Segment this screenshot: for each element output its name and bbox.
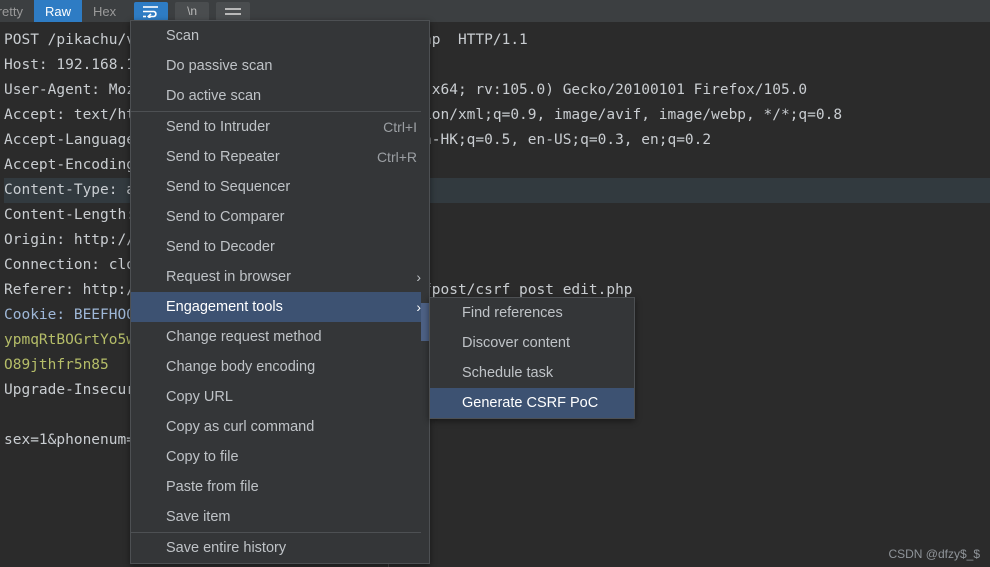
- menu-item-label: Do passive scan: [166, 58, 273, 74]
- submenu-item-discover-content[interactable]: Discover content: [430, 328, 634, 358]
- context-menu[interactable]: Scan Do passive scan Do active scan Send to…: [130, 20, 430, 564]
- menu-item-scan[interactable]: Scan: [131, 21, 429, 51]
- menu-item-request-in-browser[interactable]: Request in browser ›: [131, 262, 429, 292]
- menu-item-copy-as-curl-command[interactable]: Copy as curl command: [131, 412, 429, 442]
- newline-icon-glyph: \n: [187, 4, 198, 18]
- context-menu-scroll-thumb[interactable]: [421, 303, 429, 341]
- menu-item-label: Send to Intruder: [166, 119, 270, 135]
- menu-item-send-to-sequencer[interactable]: Send to Sequencer: [131, 172, 429, 202]
- menu-item-label: Copy as curl command: [166, 419, 315, 435]
- newline-icon[interactable]: \n: [175, 1, 210, 21]
- submenu-item-generate-csrf-poc[interactable]: Generate CSRF PoC: [430, 388, 634, 418]
- submenu-item-schedule-task[interactable]: Schedule task: [430, 358, 634, 388]
- menu-item-save-entire-history[interactable]: Save entire history: [131, 533, 429, 563]
- menu-item-label: Save entire history: [166, 540, 287, 556]
- submenu-items: Find references Discover content Schedule …: [430, 298, 634, 418]
- menu-item-change-request-method[interactable]: Change request method: [131, 322, 429, 352]
- context-menu-scrollbar[interactable]: [421, 21, 429, 563]
- menu-item-copy-to-file[interactable]: Copy to file: [131, 442, 429, 472]
- submenu-item-find-references[interactable]: Find references: [430, 298, 634, 328]
- toolbar-buttons: \n: [127, 1, 251, 21]
- menu-item-label: Scan: [166, 28, 200, 44]
- menu-item-copy-url[interactable]: Copy URL: [131, 382, 429, 412]
- editor-toolbar: PrettyRawHex \n: [0, 0, 990, 22]
- menu-item-label: Paste from file: [166, 479, 259, 495]
- menu-item-label: Save item: [166, 509, 231, 525]
- menu-item-shortcut: Ctrl+I: [383, 119, 417, 135]
- menu-hamburger-icon[interactable]: [216, 1, 251, 21]
- context-menu-items: Scan Do passive scan Do active scan Send to…: [131, 21, 429, 563]
- menu-item-send-to-intruder[interactable]: Send to Intruder Ctrl+I: [131, 112, 429, 142]
- tab-pretty[interactable]: Pretty: [0, 0, 34, 22]
- menu-item-send-to-decoder[interactable]: Send to Decoder: [131, 232, 429, 262]
- menu-item-label: Change request method: [166, 329, 322, 345]
- hamburger-lines: [225, 5, 242, 18]
- menu-item-label: Do active scan: [166, 88, 262, 104]
- menu-item-label: Send to Sequencer: [166, 179, 291, 195]
- menu-item-label: Copy URL: [166, 389, 233, 405]
- menu-item-label: Send to Repeater: [166, 149, 280, 165]
- engagement-tools-submenu[interactable]: Find references Discover content Schedule …: [429, 297, 635, 419]
- menu-item-paste-from-file[interactable]: Paste from file: [131, 472, 429, 502]
- word-wrap-glyph: [143, 5, 159, 18]
- word-wrap-icon[interactable]: [134, 1, 169, 21]
- tab-raw[interactable]: Raw: [33, 0, 82, 22]
- view-mode-tabs: PrettyRawHex: [0, 0, 128, 22]
- menu-item-label: Engagement tools: [166, 299, 283, 315]
- menu-item-label: Change body encoding: [166, 359, 316, 375]
- menu-item-do-active-scan[interactable]: Do active scan: [131, 81, 429, 111]
- csdn-watermark: CSDN @dfzy$_$: [888, 547, 980, 561]
- menu-item-label: Send to Comparer: [166, 209, 285, 225]
- menu-item-send-to-comparer[interactable]: Send to Comparer: [131, 202, 429, 232]
- menu-item-save-item[interactable]: Save item: [131, 502, 429, 532]
- menu-item-engagement-tools[interactable]: Engagement tools ›: [131, 292, 429, 322]
- menu-item-shortcut: Ctrl+R: [376, 149, 417, 165]
- menu-item-label: Request in browser: [166, 269, 291, 285]
- menu-item-change-body-encoding[interactable]: Change body encoding: [131, 352, 429, 382]
- menu-item-label: Copy to file: [166, 449, 239, 465]
- tab-hex[interactable]: Hex: [81, 0, 128, 22]
- menu-item-send-to-repeater[interactable]: Send to Repeater Ctrl+R: [131, 142, 429, 172]
- menu-item-do-passive-scan[interactable]: Do passive scan: [131, 51, 429, 81]
- menu-item-label: Send to Decoder: [166, 239, 275, 255]
